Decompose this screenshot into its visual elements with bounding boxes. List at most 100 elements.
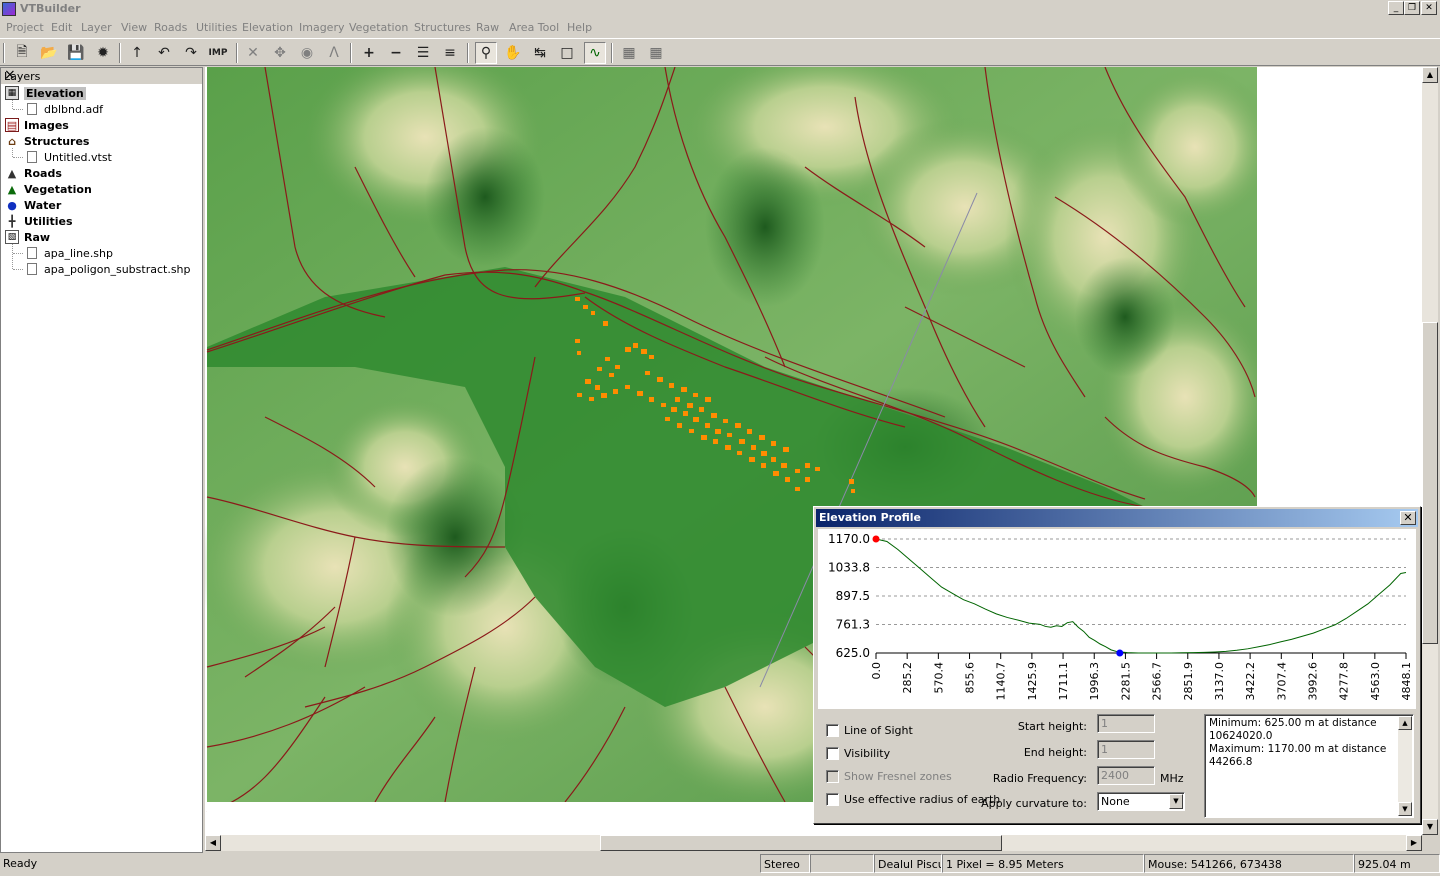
close-button[interactable]: ✕ bbox=[1421, 1, 1437, 15]
file-icon bbox=[27, 151, 37, 163]
layer-properties-icon[interactable]: ↑ bbox=[126, 42, 148, 64]
toolbar-separator bbox=[350, 43, 352, 63]
distance-icon[interactable]: ↹ bbox=[529, 42, 551, 64]
layers-panel-header: Layers × bbox=[1, 67, 202, 84]
layer-label: Untitled.vtst bbox=[44, 150, 112, 164]
layer-category-elevation[interactable]: ▦ Elevation bbox=[5, 85, 86, 101]
end-height-input[interactable]: 1 bbox=[1097, 740, 1155, 759]
profile-graph[interactable]: 1170.0 1033.8 897.5 761.3 625.0 0.0 285.2 570.4… bbox=[818, 529, 1416, 709]
curvature-label: Apply curvature to: bbox=[981, 797, 1087, 810]
menu-imagery[interactable]: Imagery bbox=[299, 21, 344, 34]
menu-structures[interactable]: Structures bbox=[414, 21, 471, 34]
layer-save-icon[interactable]: ↷ bbox=[180, 42, 202, 64]
layer-label: Roads bbox=[24, 166, 62, 180]
menu-elevation[interactable]: Elevation bbox=[242, 21, 293, 34]
y-tick-label: 897.5 bbox=[836, 589, 870, 603]
select-box-icon[interactable]: □ bbox=[556, 42, 578, 64]
elevation-profile-dialog: Elevation Profile ✕ 1170.0 1033.8 897.5 761… bbox=[813, 506, 1421, 824]
checkbox-label: Show Fresnel zones bbox=[844, 770, 952, 783]
elevation-profile-icon[interactable]: ∿ bbox=[584, 42, 606, 64]
zoom-layer-icon[interactable]: ≡ bbox=[439, 42, 461, 64]
vertical-scroll-thumb[interactable] bbox=[1422, 322, 1438, 644]
restore-button[interactable]: ❐ bbox=[1404, 1, 1420, 15]
layer-item-untitled-vtst[interactable]: Untitled.vtst bbox=[27, 149, 112, 165]
scroll-down-icon[interactable]: ▼ bbox=[1398, 802, 1412, 816]
start-height-input[interactable]: 1 bbox=[1097, 714, 1155, 733]
open-icon[interactable]: 📂 bbox=[38, 42, 60, 64]
status-ready: Ready bbox=[3, 857, 38, 870]
file-icon bbox=[27, 247, 37, 259]
menu-edit[interactable]: Edit bbox=[51, 21, 72, 34]
import-icon[interactable]: IMP bbox=[207, 42, 229, 64]
profile-info-text[interactable]: Minimum: 625.00 m at distance 10624020.0… bbox=[1204, 714, 1414, 818]
menu-help[interactable]: Help bbox=[567, 21, 592, 34]
layer-category-raw[interactable]: ▧ Raw bbox=[5, 229, 50, 245]
close-icon[interactable]: × bbox=[4, 67, 198, 83]
x-tick-label: 3422.2 bbox=[1244, 662, 1257, 701]
status-elevation: 925.04 m bbox=[1354, 854, 1440, 873]
y-tick-label: 761.3 bbox=[836, 617, 870, 631]
layer-item-dblbnd[interactable]: dblbnd.adf bbox=[27, 101, 103, 117]
radio-frequency-input[interactable]: 2400 bbox=[1097, 766, 1155, 785]
x-tick-label: 1996.3 bbox=[1088, 662, 1101, 701]
fresnel-zones-checkbox: Show Fresnel zones bbox=[826, 770, 952, 783]
checkbox-box[interactable] bbox=[826, 724, 839, 737]
magnify-icon[interactable]: ⚲ bbox=[475, 42, 497, 64]
tile-icon[interactable]: ▦ bbox=[618, 42, 640, 64]
visibility-checkbox[interactable]: Visibility bbox=[826, 747, 890, 760]
zoom-out-icon[interactable]: − bbox=[385, 42, 407, 64]
checkbox-box[interactable] bbox=[826, 747, 839, 760]
layer-category-water[interactable]: ● Water bbox=[5, 197, 61, 213]
menu-layer[interactable]: Layer bbox=[81, 21, 112, 34]
globe-settings-icon[interactable]: ✹ bbox=[92, 42, 114, 64]
x-tick-label: 1711.1 bbox=[1057, 662, 1070, 701]
checkbox-box[interactable] bbox=[826, 793, 839, 806]
status-stereo: Stereo bbox=[760, 854, 810, 873]
menu-project[interactable]: Project bbox=[6, 21, 44, 34]
x-tick-label: 4277.8 bbox=[1338, 662, 1351, 701]
water-icon: ● bbox=[7, 198, 17, 212]
scroll-up-icon[interactable]: ▲ bbox=[1398, 716, 1412, 730]
save-icon[interactable]: 💾 bbox=[65, 42, 87, 64]
scroll-down-icon[interactable]: ▼ bbox=[1422, 819, 1438, 835]
layer-category-roads[interactable]: ▲ Roads bbox=[5, 165, 62, 181]
layer-label: dblbnd.adf bbox=[44, 102, 104, 116]
x-tick-label: 3707.4 bbox=[1275, 662, 1288, 701]
menu-utilities[interactable]: Utilities bbox=[196, 21, 237, 34]
layer-open-icon[interactable]: ↶ bbox=[153, 42, 175, 64]
status-mouse-coords: Mouse: 541266, 673438 bbox=[1144, 854, 1354, 873]
horizontal-scroll-thumb[interactable] bbox=[600, 835, 1002, 851]
zoom-all-icon[interactable]: ☰ bbox=[412, 42, 434, 64]
dialog-close-button[interactable]: ✕ bbox=[1400, 511, 1416, 525]
new-icon[interactable]: 🗎 bbox=[11, 42, 33, 64]
curvature-select[interactable]: None ▼ bbox=[1097, 792, 1185, 811]
menu-vegetation[interactable]: Vegetation bbox=[349, 21, 408, 34]
pan-hand-icon[interactable]: ✋ bbox=[502, 42, 524, 64]
layer-category-structures[interactable]: ⌂ Structures bbox=[5, 133, 89, 149]
scroll-left-icon[interactable]: ◀ bbox=[205, 835, 221, 851]
info-scrollbar[interactable]: ▲ ▼ bbox=[1398, 716, 1412, 816]
layer-item-apa-line[interactable]: apa_line.shp bbox=[27, 245, 113, 261]
tile-grid-icon[interactable]: ▦ bbox=[645, 42, 667, 64]
zoom-in-icon[interactable]: + bbox=[358, 42, 380, 64]
layer-category-images[interactable]: ▤ Images bbox=[5, 117, 69, 133]
effective-radius-checkbox[interactable]: Use effective radius of earth bbox=[826, 793, 1000, 806]
layer-category-utilities[interactable]: ╋ Utilities bbox=[5, 213, 73, 229]
move-icon: ✥ bbox=[274, 45, 286, 61]
menu-view[interactable]: View bbox=[121, 21, 147, 34]
info-line: 10624020.0 bbox=[1209, 730, 1273, 742]
menu-area-tool[interactable]: Area Tool bbox=[509, 21, 559, 34]
scroll-up-icon[interactable]: ▲ bbox=[1422, 67, 1438, 83]
chevron-down-icon[interactable]: ▼ bbox=[1169, 794, 1183, 809]
line-of-sight-checkbox[interactable]: Line of Sight bbox=[826, 724, 913, 737]
scroll-right-icon[interactable]: ▶ bbox=[1406, 835, 1422, 851]
toolbar-separator bbox=[611, 43, 613, 63]
menu-roads[interactable]: Roads bbox=[154, 21, 187, 34]
layer-label: apa_line.shp bbox=[44, 246, 113, 260]
layer-item-apa-poligon[interactable]: apa_poligon_substract.shp bbox=[27, 261, 191, 277]
map-vertical-scrollbar[interactable]: ▲ ▼ bbox=[1422, 67, 1438, 835]
menu-raw[interactable]: Raw bbox=[476, 21, 499, 34]
minimize-button[interactable]: _ bbox=[1388, 1, 1404, 15]
map-horizontal-scrollbar[interactable]: ◀ ▶ bbox=[205, 835, 1422, 851]
layer-category-vegetation[interactable]: ▲ Vegetation bbox=[5, 181, 92, 197]
